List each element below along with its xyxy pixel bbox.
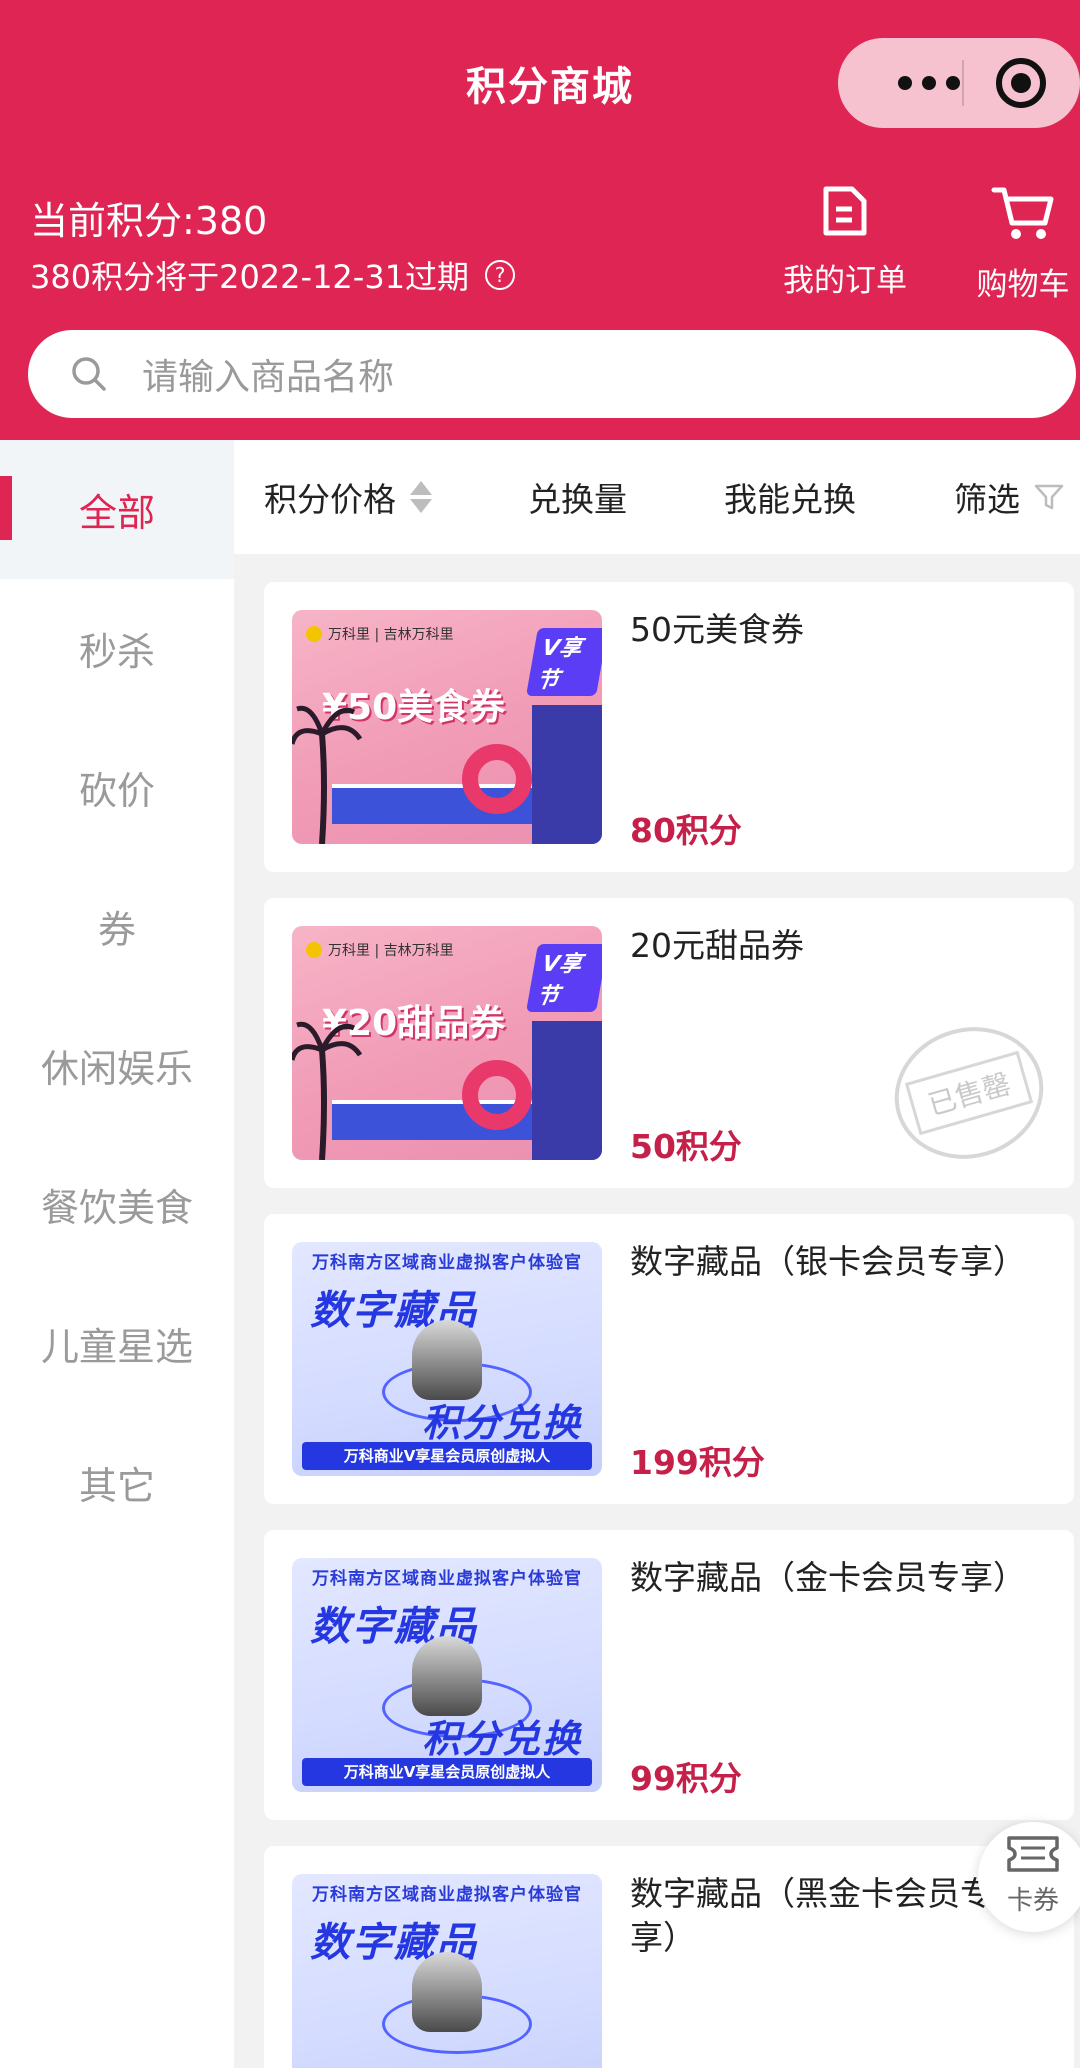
my-orders-label: 我的订单 xyxy=(783,263,907,299)
order-document-icon xyxy=(823,186,867,236)
product-card[interactable]: 万科里 | 吉林万科里 V享节 ¥50美食券 50元美食券 80积分 xyxy=(264,582,1074,872)
search-icon xyxy=(72,357,106,391)
product-image: 万科南方区域商业虚拟客户体验官 数字藏品 积分兑换 万科商业V享星会员原创虚拟人 xyxy=(292,1242,602,1476)
product-image: 万科里 | 吉林万科里 V享节 ¥20甜品券 xyxy=(292,926,602,1160)
product-price: 199积分 xyxy=(630,1443,765,1482)
sidebar-item-flash-sale[interactable]: 秒杀 xyxy=(0,579,234,718)
current-points: 当前积分:380 xyxy=(30,199,268,243)
sort-price-label: 积分价格 xyxy=(264,480,396,519)
can-redeem-label: 我能兑换 xyxy=(724,480,856,519)
image-footer: 万科商业V享星会员原创虚拟人 xyxy=(302,1758,592,1786)
product-card[interactable]: 万科南方区域商业虚拟客户体验官 数字藏品 积分兑换 万科商业V享星会员原创虚拟人… xyxy=(264,1214,1074,1504)
filter-button[interactable]: 筛选 xyxy=(954,473,1064,521)
shopping-cart-icon xyxy=(991,187,1054,239)
virtual-avatar-illustration xyxy=(412,1952,482,2032)
festival-tag: V享节 xyxy=(526,628,602,696)
image-headline: 万科南方区域商业虚拟客户体验官 xyxy=(312,1253,582,1273)
sort-by-points-price[interactable]: 积分价格 xyxy=(264,473,432,521)
sold-out-stamp: 已售罄 xyxy=(878,1009,1060,1177)
filter-label: 筛选 xyxy=(954,480,1020,519)
sort-by-volume[interactable]: 兑换量 xyxy=(528,473,627,521)
virtual-avatar-illustration xyxy=(412,1320,482,1400)
more-menu-icon[interactable] xyxy=(898,66,988,100)
cart-label: 购物车 xyxy=(976,267,1070,303)
search-placeholder: 请输入商品名称 xyxy=(142,357,395,398)
virtual-avatar-illustration xyxy=(412,1636,482,1716)
image-footer: 万科商业V享星会员原创虚拟人 xyxy=(302,1442,592,1470)
product-image: 万科南方区域商业虚拟客户体验官 数字藏品 积分兑换 万科商业V享星会员原创虚拟人 xyxy=(292,1558,602,1792)
mini-program-capsule xyxy=(838,38,1080,128)
image-headline: 万科南方区域商业虚拟客户体验官 xyxy=(312,1569,582,1589)
brand-logo: 万科里 | 吉林万科里 xyxy=(306,624,454,644)
points-expire-text: 380积分将于2022-12-31过期 ? xyxy=(30,252,516,298)
product-name: 数字藏品（银卡会员专享） xyxy=(630,1242,1026,1281)
product-price: 50积分 xyxy=(630,1127,742,1166)
image-subtitle: 积分兑换 xyxy=(421,1717,582,1761)
expire-text: 380积分将于2022-12-31过期 xyxy=(30,258,470,296)
palm-tree-illustration xyxy=(292,1021,362,1160)
product-card[interactable]: 万科南方区域商业虚拟客户体验官 数字藏品 数字藏品（黑金卡会员专享） xyxy=(264,1846,1074,2068)
sidebar-item-dining[interactable]: 餐饮美食 xyxy=(0,1135,234,1274)
search-input[interactable]: 请输入商品名称 xyxy=(28,330,1076,418)
filter-funnel-icon xyxy=(1034,484,1064,510)
product-price: 99积分 xyxy=(630,1759,742,1798)
sidebar-item-all[interactable]: 全部 xyxy=(0,440,234,579)
sidebar-item-kids[interactable]: 儿童星选 xyxy=(0,1274,234,1413)
festival-tag: V享节 xyxy=(526,944,602,1012)
sidebar-item-other[interactable]: 其它 xyxy=(0,1413,234,1552)
product-name: 数字藏品（金卡会员专享） xyxy=(630,1558,1026,1597)
sidebar-item-bargain[interactable]: 砍价 xyxy=(0,718,234,857)
sidebar-item-coupon[interactable]: 券 xyxy=(0,857,234,996)
cart-button[interactable]: 购物车 xyxy=(966,185,1080,304)
float-button-label: 卡券 xyxy=(1006,1886,1059,1916)
filter-can-redeem[interactable]: 我能兑换 xyxy=(724,473,856,521)
sort-arrows-icon xyxy=(410,481,432,513)
sort-bar: 积分价格 兑换量 我能兑换 筛选 xyxy=(234,440,1080,554)
header-bar: 积分商城 当前积分:380 380积分将于2022-12-31过期 ? 我的订单… xyxy=(0,0,1080,440)
product-name: 20元甜品券 xyxy=(630,926,804,965)
category-sidebar: 全部 秒杀 砍价 券 休闲娱乐 餐饮美食 儿童星选 其它 xyxy=(0,440,234,2068)
sidebar-item-leisure[interactable]: 休闲娱乐 xyxy=(0,996,234,1135)
product-image: 万科里 | 吉林万科里 V享节 ¥50美食券 xyxy=(292,610,602,844)
image-subtitle: 积分兑换 xyxy=(421,1401,582,1445)
product-price: 80积分 xyxy=(630,811,742,850)
brand-logo: 万科里 | 吉林万科里 xyxy=(306,940,454,960)
product-name: 50元美食券 xyxy=(630,610,804,649)
product-card[interactable]: 万科里 | 吉林万科里 V享节 ¥20甜品券 20元甜品券 50积分 已售罄 xyxy=(264,898,1074,1188)
product-image: 万科南方区域商业虚拟客户体验官 数字藏品 xyxy=(292,1874,602,2068)
sort-volume-label: 兑换量 xyxy=(528,480,627,519)
card-coupon-float-button[interactable]: 卡券 xyxy=(978,1822,1080,1932)
ticket-icon xyxy=(1007,1836,1059,1872)
close-miniprogram-icon[interactable] xyxy=(996,58,1046,108)
my-orders-button[interactable]: 我的订单 xyxy=(772,185,918,300)
image-headline: 万科南方区域商业虚拟客户体验官 xyxy=(312,1885,582,1905)
product-card[interactable]: 万科南方区域商业虚拟客户体验官 数字藏品 积分兑换 万科商业V享星会员原创虚拟人… xyxy=(264,1530,1074,1820)
product-name: 数字藏品（黑金卡会员专享） xyxy=(630,1874,993,1957)
palm-tree-illustration xyxy=(292,705,362,844)
help-icon[interactable]: ? xyxy=(485,260,516,290)
capsule-divider xyxy=(962,60,964,106)
